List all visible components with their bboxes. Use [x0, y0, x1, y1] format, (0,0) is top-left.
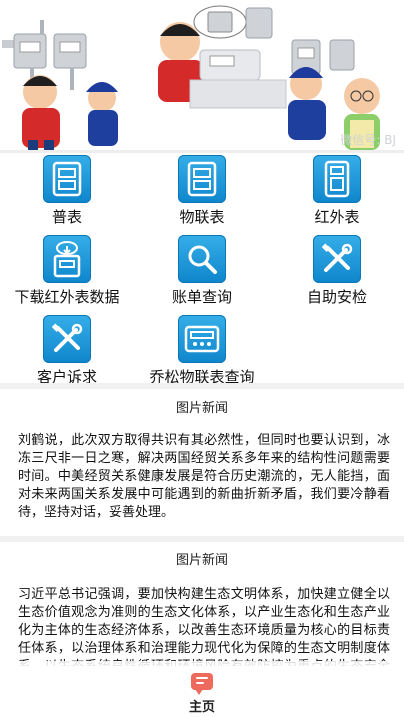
tools-icon: [313, 235, 361, 283]
infrared-meter-icon: [313, 155, 361, 203]
tile-download-data[interactable]: 下载红外表数据: [0, 233, 134, 309]
news-title: 图片新闻: [175, 401, 228, 416]
iot-meter-icon: [178, 155, 226, 203]
banner-illustration: 微信号: BJ: [0, 0, 404, 153]
news-body[interactable]: 刘鹤说，此次双方取得共识有其必然性，但同时也要认识到，冰冻三尺非一日之寒，解决两…: [18, 432, 390, 522]
tile-label: 普表: [51, 208, 82, 226]
tile-regular-meter[interactable]: 普表: [0, 153, 134, 229]
tile-label: 物联表: [179, 208, 225, 226]
tile-bill-query[interactable]: 账单查询: [135, 233, 269, 309]
download-meter-data-icon: [43, 235, 91, 283]
tools-icon: [43, 315, 91, 363]
tile-self-inspection[interactable]: 自助安检: [270, 233, 404, 309]
bottom-nav: 主页: [0, 661, 404, 717]
watermark-text: 微信号: BJ: [340, 133, 396, 147]
tile-label: 下载红外表数据: [14, 288, 120, 306]
meter-icon: [43, 155, 91, 203]
tile-infrared-meter[interactable]: 红外表: [270, 153, 404, 229]
news-body[interactable]: 习近平总书记强调，要加快构建生态文明体系，加快建立健全以生态价值观念为准则的生态…: [18, 586, 390, 666]
function-grid: 普表 物联表 红外表 下载红外表数据 账单查询 自助安检 客户诉求 乔松物联表查…: [0, 153, 404, 386]
news-title: 图片新闻: [175, 553, 228, 568]
search-icon: [178, 235, 226, 283]
tile-label: 红外表: [314, 208, 360, 226]
home-tab-label[interactable]: 主页: [189, 696, 215, 715]
section-divider: [0, 536, 404, 542]
chat-bubble-icon[interactable]: [191, 673, 213, 695]
meter-panel-icon: [178, 315, 226, 363]
tile-label: 自助安检: [306, 288, 367, 306]
tile-label: 账单查询: [171, 288, 232, 306]
tile-customer-request[interactable]: 客户诉求: [0, 313, 134, 389]
tile-qiaosong-iot-query[interactable]: 乔松物联表查询: [135, 313, 269, 389]
tile-iot-meter[interactable]: 物联表: [135, 153, 269, 229]
section-divider: [0, 383, 404, 389]
